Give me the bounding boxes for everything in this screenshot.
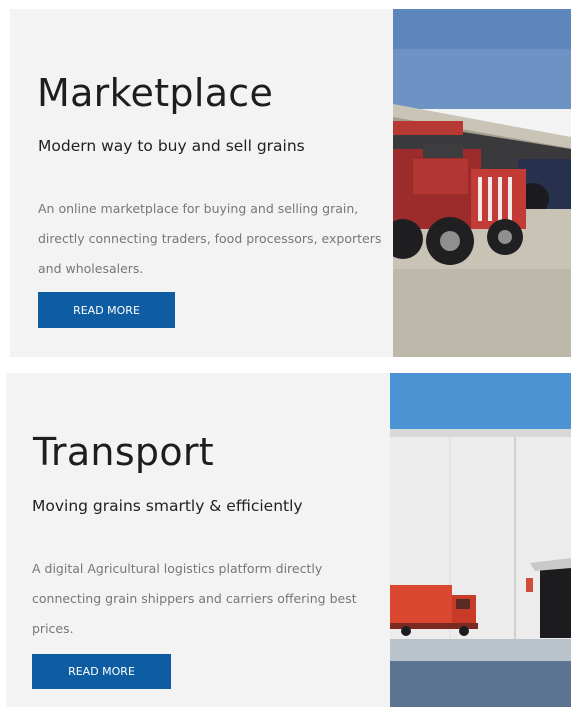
transport-read-more-button[interactable]: READ MORE: [32, 654, 171, 689]
marketplace-read-more-button[interactable]: READ MORE: [38, 292, 175, 328]
transport-card: Transport Moving grains smartly & effici…: [6, 373, 571, 707]
marketplace-title: Marketplace: [37, 71, 274, 115]
transport-description: A digital Agricultural logistics platfor…: [32, 561, 357, 636]
marketplace-subtitle: Modern way to buy and sell grains: [38, 137, 305, 155]
marketplace-tractor-image: [393, 9, 571, 357]
marketplace-card: Marketplace Modern way to buy and sell g…: [10, 9, 571, 357]
transport-title: Transport: [33, 430, 215, 474]
transport-subtitle: Moving grains smartly & efficiently: [32, 497, 303, 515]
marketplace-description: An online marketplace for buying and sel…: [38, 201, 382, 276]
transport-truck-image: [390, 373, 571, 707]
